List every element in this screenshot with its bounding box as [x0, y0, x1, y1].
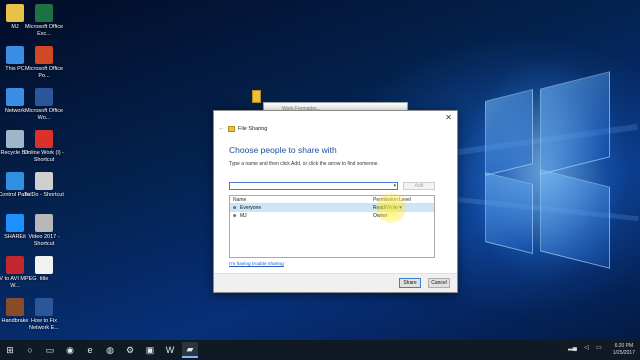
dialog-footer: Share Cancel	[214, 273, 457, 292]
shortcut-icon	[35, 172, 53, 190]
back-arrow-icon[interactable]: ←	[218, 125, 225, 132]
wallpaper-logo-pane	[540, 169, 610, 269]
chrome-icon[interactable]: ◍	[102, 342, 118, 358]
task-view-icon[interactable]: ▭	[42, 342, 58, 358]
desktop: MJ Microsoft Office Exc... This PC Microsof…	[0, 0, 640, 340]
search-icon[interactable]: ○	[22, 342, 38, 358]
share-row-name: MJ	[240, 213, 247, 219]
desktop-icon[interactable]: Video 2017 - Shortcut	[22, 214, 66, 247]
folder-icon[interactable]	[252, 90, 261, 103]
trouble-sharing-link[interactable]: I'm having trouble sharing	[229, 262, 284, 267]
desktop-icon-label: To Do - Shortcut	[24, 192, 64, 198]
volume-icon[interactable]: ◁	[584, 344, 589, 351]
firefox-icon[interactable]: ◉	[62, 342, 78, 358]
start-icon[interactable]: ⊞	[2, 342, 18, 358]
store-icon[interactable]: ▣	[142, 342, 158, 358]
name-combobox[interactable]: ▾	[229, 182, 398, 190]
notification-icon[interactable]: ▭	[596, 344, 602, 351]
clock-time: 6:20 PM	[614, 343, 634, 349]
desktop-icon[interactable]: Online Work (I) - Shortcut	[22, 130, 66, 163]
network-icon[interactable]: ▂▄	[568, 344, 577, 351]
desktop-icon[interactable]: title	[22, 256, 66, 283]
dialog-instruction: Type a name and then click Add, or click…	[229, 161, 379, 167]
desktop-icon[interactable]: Microsoft Office Exc...	[22, 4, 66, 37]
desktop-icon-label: Video 2017 - Shortcut	[28, 234, 60, 247]
taskbar: ⊞ ○ ▭ ◉ e ◍ ⚙ ▣ W ▰ ▂▄ ◁ ▭ 6:20 PM 1/25/2017	[0, 340, 640, 360]
desktop-icon-label: Online Work (I) - Shortcut	[23, 150, 65, 163]
dialog-title: File Sharing	[238, 125, 268, 132]
desktop-icon[interactable]: Microsoft Office Po...	[22, 46, 66, 79]
clock[interactable]: 6:20 PM 1/25/2017	[613, 343, 635, 356]
settings-icon[interactable]: ⚙	[122, 342, 138, 358]
desktop-icon-label: Microsoft Office Wo...	[24, 108, 64, 121]
word-icon	[35, 88, 53, 106]
user-icon: ☻	[232, 205, 238, 211]
column-header-name[interactable]: Name	[233, 197, 246, 203]
dialog-heading: Choose people to share with	[229, 145, 337, 155]
dialog-header: ← File Sharing	[218, 125, 267, 132]
file-explorer-icon[interactable]: ▰	[182, 342, 198, 358]
desktop-icon-label: Microsoft Office Exc...	[24, 24, 64, 37]
word-icon[interactable]: W	[162, 342, 178, 358]
powerpoint-icon	[35, 46, 53, 64]
excel-icon	[35, 4, 53, 22]
desktop-icon[interactable]: To Do - Shortcut	[22, 172, 66, 199]
word-icon	[35, 298, 53, 316]
file-sharing-dialog: ✕ ← File Sharing Choose people to share …	[213, 110, 458, 293]
edge-icon[interactable]: e	[82, 342, 98, 358]
close-icon[interactable]: ✕	[445, 113, 452, 122]
desktop-icon[interactable]: How to Fix Network E...	[22, 298, 66, 331]
shortcut-icon	[35, 214, 53, 232]
desktop-icon-label: title	[39, 276, 49, 282]
wallpaper-logo-pane	[540, 71, 610, 175]
share-row-name: Everyone	[240, 205, 262, 211]
desktop-icon-label: Microsoft Office Po...	[24, 66, 64, 79]
folder-icon	[228, 125, 235, 132]
wallpaper-logo-pane	[485, 89, 533, 176]
cursor-highlight	[375, 192, 407, 224]
desktop-icon[interactable]: Microsoft Office Wo...	[22, 88, 66, 121]
shortcut-icon	[35, 130, 53, 148]
clock-date: 1/25/2017	[612, 349, 635, 356]
share-button[interactable]: Share	[399, 278, 421, 288]
wallpaper-logo-pane	[485, 172, 533, 254]
cancel-button[interactable]: Cancel	[428, 278, 450, 288]
file-icon	[35, 256, 53, 274]
user-icon: ☻	[232, 213, 238, 219]
chevron-down-icon[interactable]: ▾	[393, 183, 396, 189]
add-button[interactable]: Add	[403, 182, 435, 190]
desktop-icon-label: How to Fix Network E...	[29, 318, 59, 331]
